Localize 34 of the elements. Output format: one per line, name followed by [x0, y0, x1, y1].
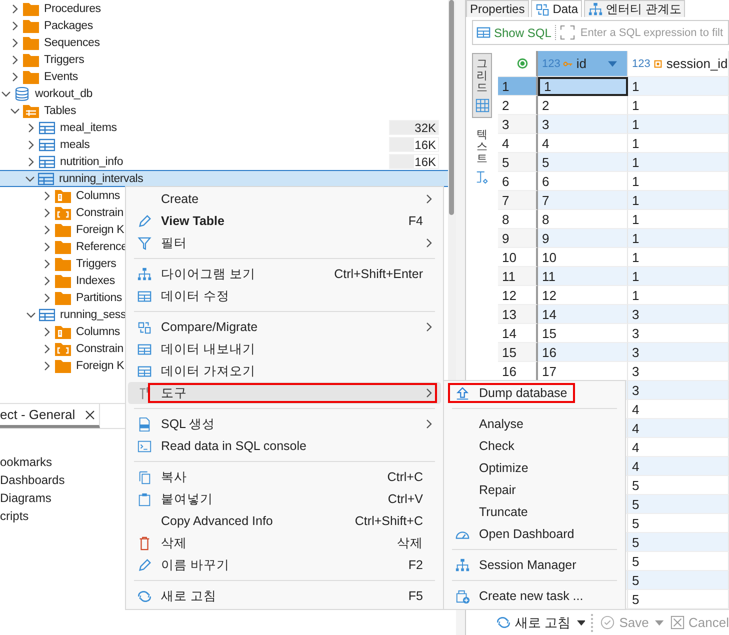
table-cell: 5	[628, 590, 729, 609]
table-cell: 3	[538, 115, 628, 134]
size-bar: 16K	[389, 137, 439, 152]
shortcut-label: 삭제	[397, 534, 423, 552]
size-bar: 32K	[389, 120, 439, 135]
shortcut-label: Ctrl+Shift+Enter	[334, 267, 423, 281]
table-cell: 7	[538, 191, 628, 210]
table-cell: 14	[538, 305, 628, 324]
table-cell: 16	[538, 343, 628, 362]
table-cell: 5	[538, 153, 628, 172]
table-cell: 5	[628, 571, 729, 590]
table-cell: 1	[628, 115, 729, 134]
table-cell: 1	[628, 77, 729, 96]
table-cell: 4	[628, 419, 729, 438]
table-cell: 3	[628, 343, 729, 362]
shortcut-label: F2	[408, 558, 423, 572]
table-cell: 1	[628, 267, 729, 286]
table-cell: 5	[628, 533, 729, 552]
table-cell: 1	[628, 191, 729, 210]
table-cell: 3	[628, 381, 729, 400]
shortcut-label: F4	[408, 214, 423, 228]
table-cell: 4	[628, 457, 729, 476]
shortcut-label: Ctrl+Shift+C	[354, 514, 423, 528]
shortcut-label: Ctrl+V	[388, 492, 423, 506]
shortcut-label: F5	[408, 589, 423, 603]
table-cell: 1	[628, 229, 729, 248]
table-cell: 1	[538, 77, 628, 96]
table-cell: 5	[628, 495, 729, 514]
table-cell: 11	[538, 267, 628, 286]
table-cell: 1	[628, 153, 729, 172]
size-bar: 16K	[389, 154, 439, 169]
table-cell: 3	[628, 305, 729, 324]
shortcut-label: Ctrl+C	[387, 470, 423, 484]
table-cell: 9	[538, 229, 628, 248]
